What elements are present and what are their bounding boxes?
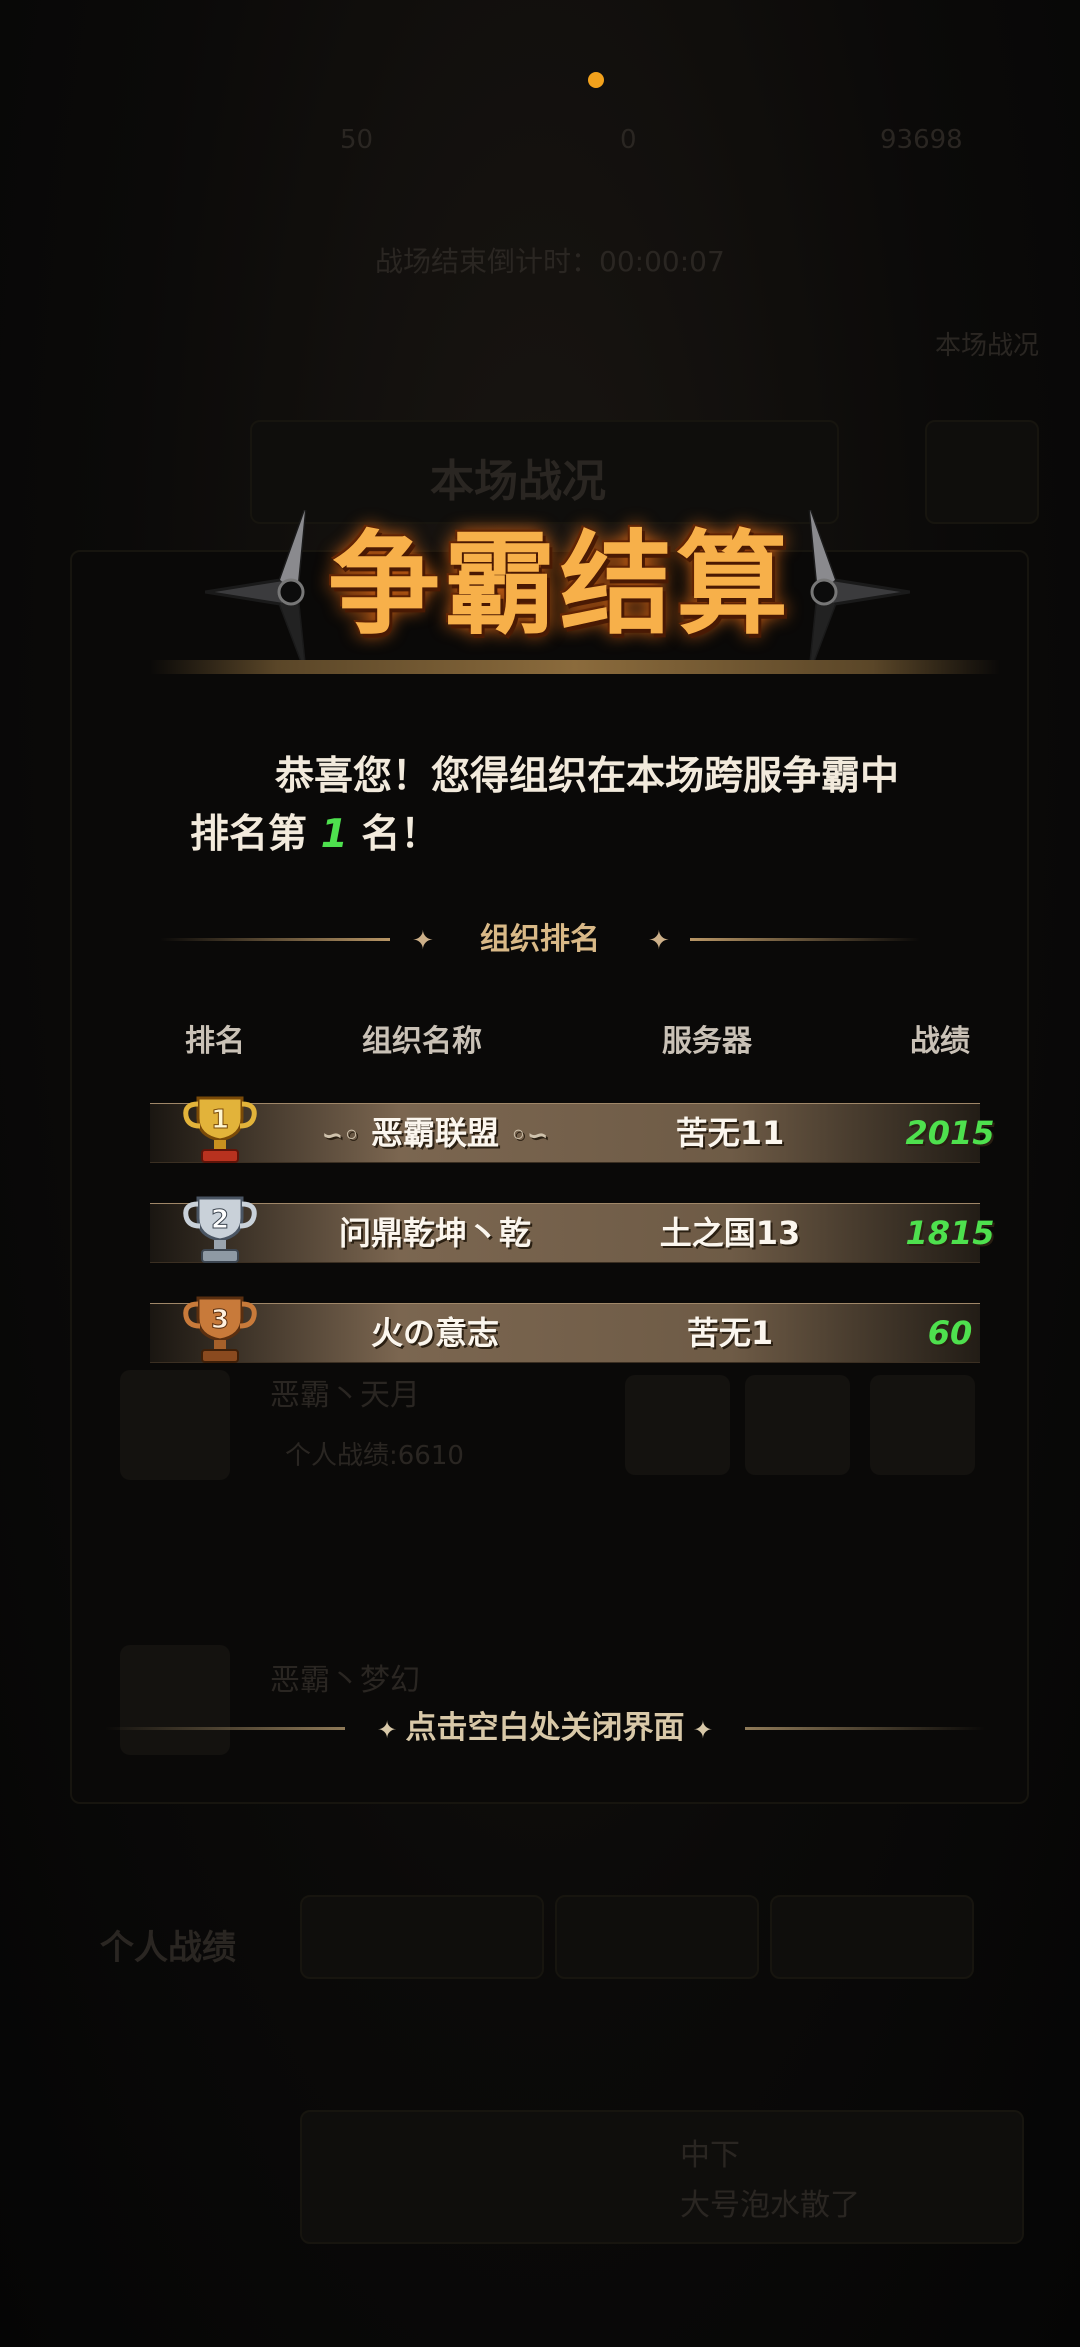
column-header-server: 服务器 [662,1024,752,1059]
bronze-trophy-icon: 3 [183,1296,257,1363]
hint-star-left-icon: ✦ [377,1716,406,1744]
org-name: 火の意志 [370,1314,499,1352]
congrats-line-2: 排名第 1 名！ [190,806,439,864]
bg-chat-box [300,2110,1024,2244]
org-server: 土之国13 [659,1214,801,1252]
title-base-bar [150,660,1000,674]
modal-title: 争霸结算 [328,519,792,650]
trophy-rank-2: 2 [211,1205,229,1235]
hint-star-right-icon: ✦ [684,1716,713,1744]
org-score: 1815 [905,1214,995,1252]
name-ornament-right-icon: ◦∽ [510,1121,549,1151]
org-name-text: 恶霸联盟 [370,1114,499,1152]
org-name: ∽◦ 恶霸联盟 ◦∽ [295,1104,575,1162]
bg-stat-1: 50 [340,125,374,155]
divider-line-right [690,938,920,941]
congrats-rank-number: 1 [320,812,348,857]
gold-trophy-icon: 1 [183,1096,257,1163]
divider-star-right-icon: ✦ [648,926,670,956]
column-header-name: 组织名称 [362,1024,482,1059]
trophy-rank-3: 3 [211,1305,229,1335]
bg-tab-3 [555,1895,759,1979]
ranking-row: 火の意志 苦无1 60 [150,1303,980,1363]
bg-chat-line-2: 大号泡水散了 [680,2188,860,2223]
name-ornament-left-icon: ∽◦ [321,1121,360,1151]
bg-chat-line-1: 中下 [680,2138,740,2173]
column-header-score: 战绩 [910,1024,970,1059]
congrats-suffix: 名！ [361,812,440,857]
bg-stat-3: 93698 [880,125,963,155]
trophy-rank-1: 1 [211,1105,229,1135]
silver-trophy-icon: 2 [183,1196,257,1263]
org-score: 2015 [905,1114,995,1152]
org-score: 60 [927,1314,973,1352]
section-divider: ✦ 组织排名 ✦ [160,922,920,958]
close-hint[interactable]: ✦ 点击空白处关闭界面 ✦ [105,1708,985,1748]
ranking-row: 问鼎乾坤丶乾 土之国13 1815 [150,1203,995,1263]
bg-tab-2 [300,1895,544,1979]
org-server: 苦无1 [686,1314,774,1352]
bg-side-label: 本场战况 [935,331,1040,361]
bg-close-button [925,420,1039,524]
close-hint-label: 点击空白处关闭界面 [405,1710,685,1746]
congrats-prefix: 排名第 [190,812,308,857]
org-name: 问鼎乾坤丶乾 [338,1214,531,1252]
bg-tab-4 [770,1895,974,1979]
hint-line-right [745,1727,985,1730]
bg-tab-personal: 个人战绩 [100,1928,236,1968]
shuriken-left-icon [205,510,307,670]
bg-countdown: 战场结束倒计时：00:00:07 [375,245,725,278]
congrats-line-1: 恭喜您！您得组织在本场跨服争霸中 [275,754,900,799]
column-header-rank: 排名 [185,1024,245,1059]
status-indicator-dot [588,72,604,88]
org-server: 苦无11 [675,1114,785,1152]
bg-panel-title: 本场战况 [430,456,606,507]
bg-stat-2: 0 [620,125,637,155]
game-screen[interactable]: 50 0 93698 战场结束倒计时：00:00:07 本场战况 本场战况 恶霸… [0,0,1080,2347]
ranking-row: ∽◦ 恶霸联盟 ◦∽ 苦无11 2015 [150,1103,995,1163]
